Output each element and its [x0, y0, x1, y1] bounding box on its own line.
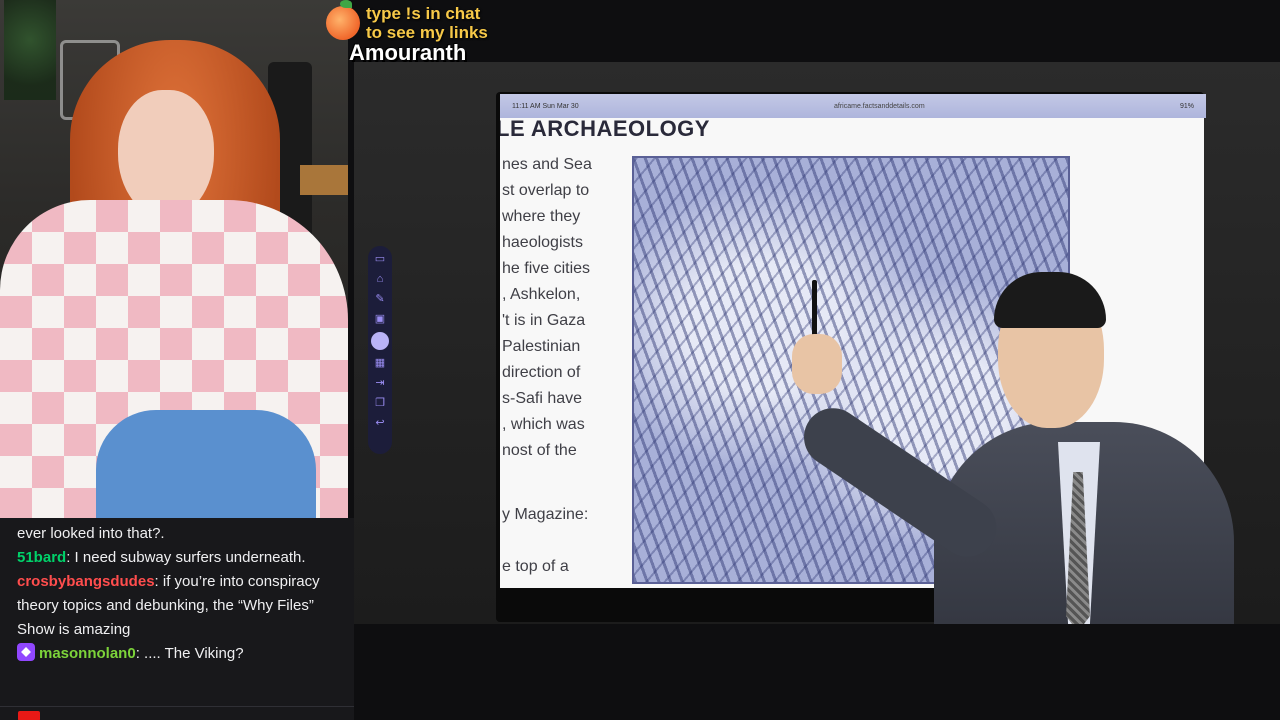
chat-username[interactable]: crosbybangsdudes [17, 573, 155, 590]
message-icon[interactable]: ▣ [373, 312, 387, 326]
promo-line-1: type !s in chat [366, 4, 481, 23]
live-icon [18, 711, 40, 720]
circle-icon[interactable] [371, 332, 389, 350]
chat-username[interactable]: masonnolan0 [39, 645, 136, 662]
article-line: Palestinian [502, 338, 581, 355]
chat-text: I need subway surfers underneath. [74, 549, 306, 566]
chat-message: masonnolan0: .... The Viking? [17, 642, 344, 666]
article-line: , which was [502, 416, 585, 433]
article-line: e top of a [502, 558, 569, 575]
chat-input-area[interactable] [0, 706, 354, 720]
article-line: he five cities [502, 260, 591, 277]
prime-badge-icon [17, 643, 35, 661]
presenter-hand [792, 334, 842, 394]
tablet-url: africame.factsanddetails.com [834, 102, 925, 110]
login-icon[interactable]: ⇥ [373, 376, 387, 390]
article-line: nost of the [502, 442, 577, 459]
chat-text: .... The Viking? [144, 645, 244, 662]
streamer-face [118, 90, 214, 218]
streamer-jeans [96, 410, 316, 518]
article-line: haeologists [502, 234, 583, 251]
chat-panel: ever looked into that?. 51bard: I need s… [0, 518, 354, 720]
annotation-toolbar: ▭ ⌂ ✎ ▣ ▦ ⇥ ❐ ↩ [368, 246, 392, 454]
chat-message: 51bard: I need subway surfers underneath… [17, 549, 306, 566]
undo-icon[interactable]: ↩ [373, 416, 387, 430]
article-line: where they [502, 208, 581, 225]
chat-username[interactable]: 51bard [17, 549, 66, 566]
article-line: 't is in Gaza [502, 312, 586, 329]
article-line: y Magazine: [502, 506, 589, 523]
tablet-battery: 91% [1179, 102, 1194, 110]
grid-icon[interactable]: ▦ [373, 356, 387, 370]
video-player[interactable]: 11:11 AM Sun Mar 30 africame.factsanddet… [354, 62, 1280, 624]
background-shelf [300, 165, 348, 195]
tablet-time: 11:11 AM Sun Mar 30 [512, 102, 579, 110]
article-heading: LE ARCHAEOLOGY [500, 118, 710, 141]
chat-icon[interactable]: ▭ [373, 252, 387, 266]
edit-icon[interactable]: ✎ [373, 292, 387, 306]
article-line: s-Safi have [502, 390, 583, 407]
tablet-status-bar: 11:11 AM Sun Mar 30 africame.factsanddet… [500, 94, 1206, 118]
home-icon[interactable]: ⌂ [373, 272, 387, 286]
letterbox-bar [354, 624, 1280, 720]
article-line: nes and Sea [502, 156, 592, 173]
article-line: st overlap to [502, 182, 590, 199]
chat-text: ever looked into that?. [17, 525, 165, 542]
peach-icon [326, 0, 360, 40]
article-line: , Ashkelon, [502, 286, 581, 303]
chat-message: crosbybangsdudes: if you’re into conspir… [17, 573, 320, 638]
chat-message: ever looked into that?. [17, 522, 344, 546]
layers-icon[interactable]: ❐ [373, 396, 387, 410]
article-line: direction of [502, 364, 581, 381]
webcam-feed [0, 0, 348, 518]
plant-decor [4, 0, 56, 100]
